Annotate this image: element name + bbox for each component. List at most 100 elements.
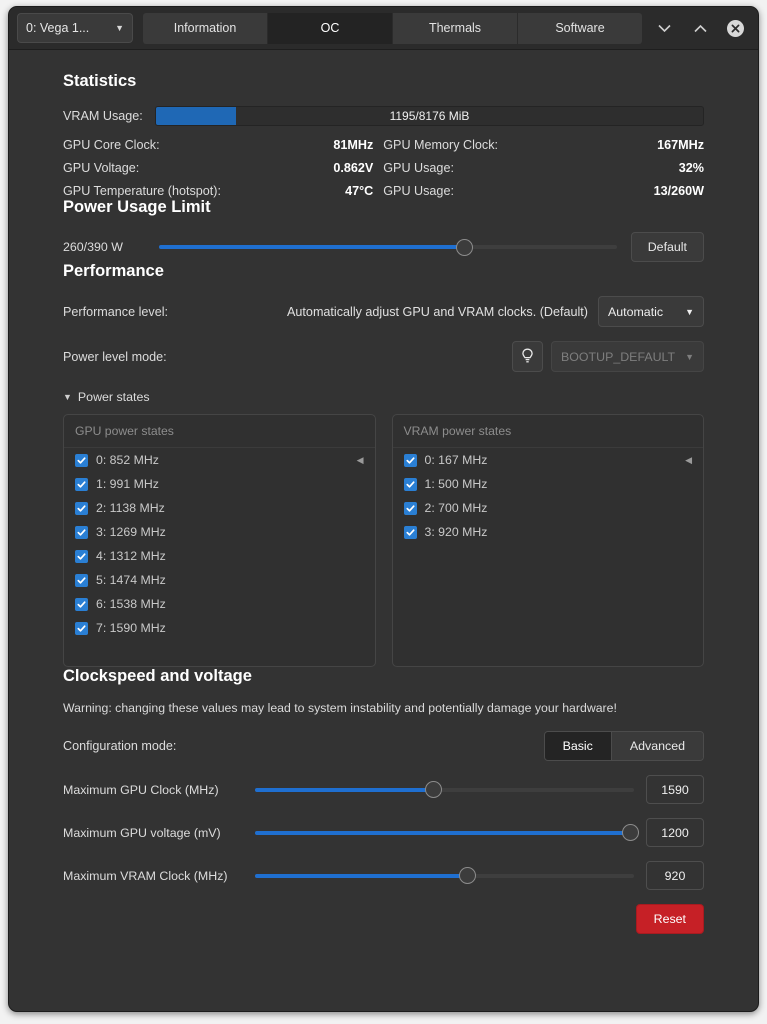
- tab-information-label: Information: [174, 21, 237, 35]
- gpu-power-state-label: 6: 1538 MHz: [96, 597, 166, 611]
- gpu-power-state-label: 5: 1474 MHz: [96, 573, 166, 587]
- minimize-icon[interactable]: [655, 19, 673, 37]
- chevron-down-icon: ▼: [685, 352, 694, 362]
- vram-power-state-item[interactable]: 3: 920 MHz: [393, 520, 704, 544]
- gpu-usage-value: 32%: [654, 161, 704, 175]
- gpu-power-state-label: 3: 1269 MHz: [96, 525, 166, 539]
- clockspeed-value-field[interactable]: 920: [646, 861, 704, 890]
- vram-power-state-label: 0: 167 MHz: [425, 453, 488, 467]
- vram-usage-progressbar: 1195/8176 MiB: [155, 106, 704, 126]
- reset-button[interactable]: Reset: [636, 904, 704, 934]
- gpu-voltage-value: 0.862V: [333, 161, 373, 175]
- clockspeed-value-field[interactable]: 1200: [646, 818, 704, 847]
- slider-thumb[interactable]: [456, 239, 473, 256]
- gpu-power-state-item[interactable]: 3: 1269 MHz: [64, 520, 375, 544]
- gpu-core-clock-value: 81MHz: [333, 138, 373, 152]
- gpu-power-state-item[interactable]: 6: 1538 MHz: [64, 592, 375, 616]
- chevron-down-icon: ▼: [685, 307, 694, 317]
- tab-software-label: Software: [555, 21, 604, 35]
- gpu-power-state-label: 2: 1138 MHz: [96, 501, 165, 515]
- gpu-power-state-item[interactable]: 4: 1312 MHz: [64, 544, 375, 568]
- configuration-mode-label: Configuration mode:: [63, 739, 544, 753]
- maximize-icon[interactable]: [691, 19, 709, 37]
- clockspeed-slider[interactable]: [255, 823, 634, 843]
- checkbox-checked-icon[interactable]: [75, 454, 88, 467]
- gpu-selector-label: 0: Vega 1...: [26, 21, 89, 35]
- checkbox-checked-icon[interactable]: [75, 502, 88, 515]
- clockspeed-slider-row: Maximum VRAM Clock (MHz)920: [63, 861, 704, 890]
- statistics-heading: Statistics: [63, 72, 704, 91]
- clockspeed-slider[interactable]: [255, 866, 634, 886]
- power-usage-limit-slider[interactable]: [159, 237, 617, 257]
- checkbox-checked-icon[interactable]: [404, 454, 417, 467]
- tab-bar: Information OC Thermals Software: [143, 13, 642, 44]
- triangle-left-icon: ◀: [685, 455, 692, 466]
- vram-power-states-panel: VRAM power states 0: 167 MHz◀1: 500 MHz2…: [392, 414, 705, 667]
- vram-power-state-label: 2: 700 MHz: [425, 501, 488, 515]
- tab-oc[interactable]: OC: [268, 13, 393, 44]
- clockspeed-warning: Warning: changing these values may lead …: [63, 701, 704, 715]
- performance-level-selected: Automatic: [608, 305, 663, 319]
- vram-power-state-label: 1: 500 MHz: [425, 477, 488, 491]
- gpu-power-state-item[interactable]: 2: 1138 MHz: [64, 496, 375, 520]
- clockspeed-slider[interactable]: [255, 780, 634, 800]
- slider-track-fill: [255, 874, 467, 878]
- gpu-memory-clock-value: 167MHz: [654, 138, 704, 152]
- power-limit-default-button[interactable]: Default: [631, 232, 704, 262]
- performance-level-description: Automatically adjust GPU and VRAM clocks…: [238, 305, 598, 319]
- checkbox-checked-icon[interactable]: [404, 478, 417, 491]
- performance-level-dropdown[interactable]: Automatic ▼: [598, 296, 704, 327]
- tab-information[interactable]: Information: [143, 13, 268, 44]
- vram-power-state-item[interactable]: 0: 167 MHz ◀: [393, 448, 704, 472]
- gpu-memory-clock-label: GPU Memory Clock:: [383, 138, 653, 152]
- checkbox-checked-icon[interactable]: [404, 502, 417, 515]
- gpu-oc-window: 0: Vega 1... ▼ Information OC Thermals S…: [8, 6, 759, 1012]
- power-level-mode-selected: BOOTUP_DEFAULT: [561, 350, 675, 364]
- vram-power-state-item[interactable]: 2: 700 MHz: [393, 496, 704, 520]
- gpu-power-state-label: 7: 1590 MHz: [96, 621, 166, 635]
- performance-level-label: Performance level:: [63, 305, 238, 319]
- checkbox-checked-icon[interactable]: [75, 478, 88, 491]
- gpu-power-state-label: 4: 1312 MHz: [96, 549, 166, 563]
- tab-thermals[interactable]: Thermals: [393, 13, 518, 44]
- clockspeed-slider-row: Maximum GPU voltage (mV) 1200: [63, 818, 704, 847]
- checkbox-checked-icon[interactable]: [75, 574, 88, 587]
- slider-thumb[interactable]: [459, 867, 476, 884]
- checkbox-checked-icon[interactable]: [75, 622, 88, 635]
- performance-heading: Performance: [63, 262, 704, 281]
- reset-row: Reset: [63, 904, 704, 934]
- oc-panel: Statistics VRAM Usage: 1195/8176 MiB GPU…: [9, 50, 758, 1011]
- close-icon[interactable]: [727, 20, 744, 37]
- gpu-power-state-label: 1: 991 MHz: [96, 477, 159, 491]
- clockspeed-slider-row: Maximum GPU Clock (MHz)1590: [63, 775, 704, 804]
- clockspeed-sliders: Maximum GPU Clock (MHz)1590 Maximum GPU v…: [63, 775, 704, 890]
- checkbox-checked-icon[interactable]: [404, 526, 417, 539]
- power-level-mode-dropdown[interactable]: BOOTUP_DEFAULT ▼: [551, 341, 704, 372]
- gpu-power-state-item[interactable]: 1: 991 MHz: [64, 472, 375, 496]
- configuration-mode-row: Configuration mode: Basic Advanced: [63, 731, 704, 761]
- slider-thumb[interactable]: [622, 824, 639, 841]
- checkbox-checked-icon[interactable]: [75, 550, 88, 563]
- tab-software[interactable]: Software: [518, 13, 642, 44]
- gpu-power-state-item[interactable]: 7: 1590 MHz: [64, 616, 375, 640]
- slider-track-fill: [255, 831, 630, 835]
- config-mode-basic-button[interactable]: Basic: [545, 732, 612, 760]
- vram-usage-row: VRAM Usage: 1195/8176 MiB: [63, 106, 704, 126]
- power-states-disclosure[interactable]: ▼ Power states: [63, 390, 704, 404]
- gpu-usage-label: GPU Usage:: [383, 161, 653, 175]
- config-mode-advanced-button[interactable]: Advanced: [612, 732, 703, 760]
- checkbox-checked-icon[interactable]: [75, 598, 88, 611]
- lightbulb-icon[interactable]: [512, 341, 543, 372]
- clockspeed-value-field[interactable]: 1590: [646, 775, 704, 804]
- gpu-selector-dropdown[interactable]: 0: Vega 1... ▼: [17, 13, 133, 43]
- gpu-power-state-item[interactable]: 5: 1474 MHz: [64, 568, 375, 592]
- slider-thumb[interactable]: [425, 781, 442, 798]
- power-usage-limit-row: 260/390 W Default: [63, 232, 704, 262]
- checkbox-checked-icon[interactable]: [75, 526, 88, 539]
- vram-power-state-item[interactable]: 1: 500 MHz: [393, 472, 704, 496]
- vram-usage-text: 1195/8176 MiB: [156, 107, 703, 125]
- statistics-grid: GPU Core Clock: 81MHz GPU Memory Clock: …: [63, 138, 704, 198]
- gpu-power-state-item[interactable]: 0: 852 MHz◀: [64, 448, 375, 472]
- clockspeed-slider-label: Maximum GPU voltage (mV): [63, 826, 243, 840]
- gpu-power-state-label: 0: 852 MHz: [96, 453, 159, 467]
